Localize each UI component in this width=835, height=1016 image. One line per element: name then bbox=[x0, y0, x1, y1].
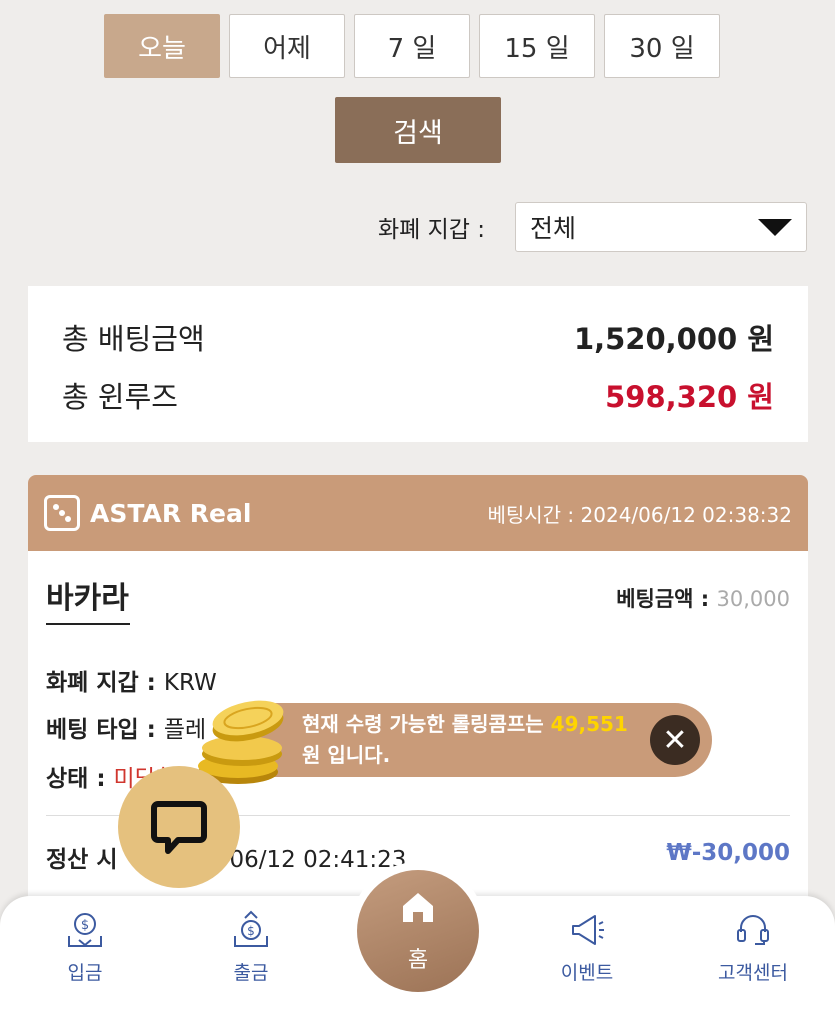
home-button[interactable]: 홈 bbox=[357, 870, 479, 992]
period-30days-button[interactable]: 30 일 bbox=[604, 14, 720, 78]
toast-line2: 원 입니다. bbox=[302, 743, 391, 767]
nav-deposit[interactable]: $ 입금 bbox=[30, 910, 140, 985]
period-button-group: 오늘 어제 7 일 15 일 30 일 bbox=[104, 14, 720, 78]
total-winloss-label: 총 윈루즈 bbox=[62, 380, 178, 414]
summary-panel: 총 배팅금액 1,520,000 원 총 윈루즈 598,320 원 bbox=[28, 286, 808, 442]
chat-bubble-icon bbox=[151, 801, 207, 854]
caret-down-icon bbox=[758, 218, 792, 236]
total-bet-row: 총 배팅금액 1,520,000 원 bbox=[62, 316, 774, 358]
wallet-info-value: KRW bbox=[163, 670, 217, 696]
nav-support[interactable]: 고객센터 bbox=[698, 910, 808, 985]
bet-type-label: 베팅 타입 : bbox=[46, 717, 156, 743]
home-icon bbox=[403, 893, 433, 922]
period-yesterday-button[interactable]: 어제 bbox=[229, 14, 345, 78]
wallet-select-value: 전체 bbox=[530, 214, 577, 243]
wallet-info: 화폐 지갑 : KRW bbox=[46, 663, 217, 697]
total-bet-label: 총 배팅금액 bbox=[62, 322, 205, 356]
bet-time-label: 베팅시간 : bbox=[487, 502, 575, 527]
total-winloss-row: 총 윈루즈 598,320 원 bbox=[62, 374, 774, 416]
nav-withdraw[interactable]: $ 출금 bbox=[196, 910, 306, 985]
headset-icon bbox=[737, 915, 769, 945]
status-label: 상태 : bbox=[46, 766, 106, 792]
settle-time-value: 06/12 02:41:23 bbox=[229, 847, 407, 873]
bet-amount-value: 30,000 bbox=[716, 587, 790, 611]
search-button[interactable]: 검색 bbox=[335, 97, 501, 163]
dice-icon bbox=[44, 495, 80, 531]
provider-name: ASTAR Real bbox=[90, 498, 252, 528]
bet-time-value: 2024/06/12 02:38:32 bbox=[580, 502, 792, 527]
close-icon[interactable]: ✕ bbox=[650, 715, 700, 765]
rolling-comp-toast: 현재 수령 가능한 롤링콤프는 49,551 원 입니다. ✕ bbox=[228, 703, 712, 777]
svg-text:$: $ bbox=[247, 924, 255, 938]
toast-message: 현재 수령 가능한 롤링콤프는 49,551 원 입니다. bbox=[302, 709, 628, 771]
period-7days-button[interactable]: 7 일 bbox=[354, 14, 470, 78]
total-bet-value: 1,520,000 원 bbox=[573, 322, 774, 356]
bet-time: 베팅시간 : 2024/06/12 02:38:32 bbox=[487, 499, 792, 528]
withdraw-icon: $ bbox=[234, 910, 268, 947]
home-label: 홈 bbox=[407, 948, 429, 973]
wallet-filter-label: 화폐 지갑 : bbox=[378, 217, 486, 243]
nav-event[interactable]: 이벤트 bbox=[532, 910, 642, 985]
nav-event-label: 이벤트 bbox=[560, 962, 614, 984]
game-title: 바카라 bbox=[46, 581, 129, 616]
wallet-select[interactable]: 전체 bbox=[515, 202, 807, 252]
settle-amount: ₩-30,000 bbox=[666, 840, 790, 866]
card-header: ASTAR Real 베팅시간 : 2024/06/12 02:38:32 bbox=[28, 475, 808, 551]
toast-line1: 현재 수령 가능한 롤링콤프는 bbox=[302, 712, 544, 736]
toast-amount: 49,551 bbox=[550, 712, 628, 736]
period-15days-button[interactable]: 15 일 bbox=[479, 14, 595, 78]
nav-deposit-label: 입금 bbox=[67, 962, 103, 984]
chat-button[interactable] bbox=[118, 766, 240, 888]
title-underline bbox=[46, 623, 130, 625]
bet-type-info: 베팅 타입 : 플레 bbox=[46, 710, 206, 744]
bet-amount-label: 베팅금액 : bbox=[616, 587, 710, 611]
deposit-icon: $ bbox=[68, 913, 102, 947]
period-today-button[interactable]: 오늘 bbox=[104, 14, 220, 78]
nav-withdraw-label: 출금 bbox=[233, 962, 269, 984]
settle-time-label: 정산 시 bbox=[46, 847, 118, 873]
nav-support-label: 고객센터 bbox=[718, 962, 788, 984]
megaphone-icon bbox=[572, 915, 604, 945]
total-winloss-value: 598,320 원 bbox=[605, 380, 774, 414]
wallet-info-label: 화폐 지갑 : bbox=[46, 670, 156, 696]
svg-text:$: $ bbox=[81, 918, 89, 933]
bet-amount: 베팅금액 : 30,000 bbox=[616, 583, 790, 613]
